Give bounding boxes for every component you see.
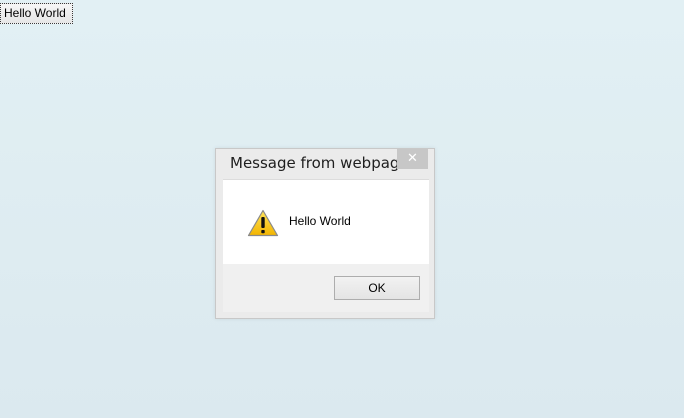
dialog-title: Message from webpage	[230, 154, 409, 172]
dialog-footer: OK	[223, 264, 429, 312]
ok-button[interactable]: OK	[334, 276, 420, 300]
close-icon: ✕	[407, 151, 418, 166]
hello-world-button[interactable]: Hello World	[0, 3, 73, 24]
warning-icon	[247, 209, 279, 237]
dialog-content: Hello World	[223, 179, 429, 264]
dialog-message: Hello World	[289, 214, 351, 228]
alert-dialog: Message from webpage ✕ Hello World OK	[215, 148, 435, 319]
close-button[interactable]: ✕	[397, 149, 428, 169]
